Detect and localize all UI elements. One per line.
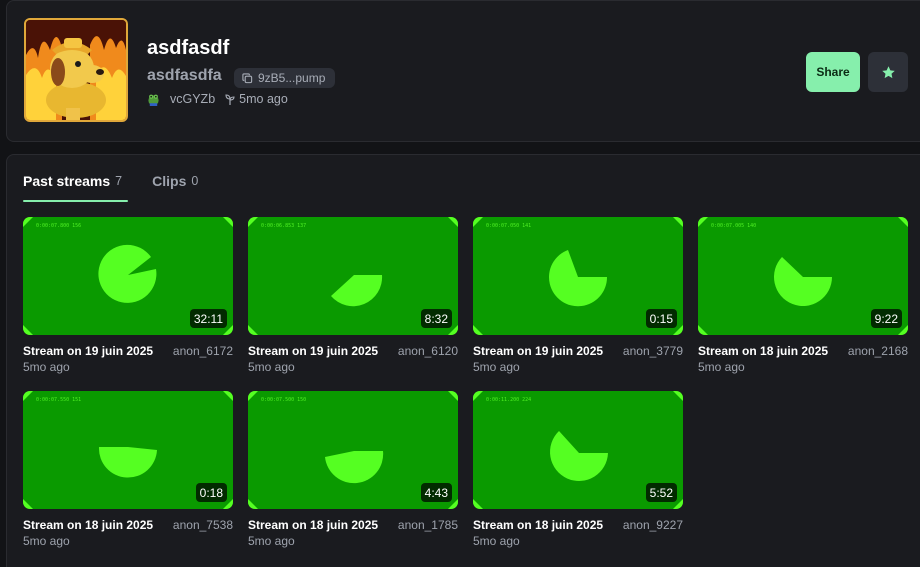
stream-card[interactable]: 0:00:07.005 140 9:22 Stream on 18 juin 2… [698, 217, 908, 377]
address-text: 9zB5...pump [258, 71, 326, 85]
stream-thumbnail[interactable]: 0:00:07.500 150 4:43 [248, 391, 458, 509]
stream-timecode: 0:00:07.800 156 [36, 223, 82, 229]
stream-thumbnail[interactable]: 0:00:07.800 156 32:11 [23, 217, 233, 335]
streams-panel: Past streams 7 Clips 0 0:00:07.800 156 3… [6, 154, 920, 567]
stream-card[interactable]: 0:00:06.853 137 8:32 Stream on 19 juin 2… [248, 217, 458, 377]
stream-age: 5mo ago [698, 360, 745, 374]
stream-user[interactable]: anon_9227 [623, 518, 683, 532]
stream-title[interactable]: Stream on 19 juin 2025 [248, 344, 378, 358]
tab-past-streams[interactable]: Past streams 7 [23, 173, 129, 202]
tab-label: Past streams [23, 173, 111, 189]
coin-ticker: asdfasdfa [147, 67, 222, 84]
tab-bar: Past streams 7 Clips 0 [23, 173, 198, 202]
stream-card[interactable]: 0:00:07.050 141 0:15 Stream on 19 juin 2… [473, 217, 683, 377]
stream-card[interactable]: 0:00:07.800 156 32:11 Stream on 19 juin … [23, 217, 233, 377]
stream-duration: 0:18 [195, 483, 227, 502]
star-icon [881, 65, 895, 78]
copy-address-button[interactable]: 9zB5...pump [234, 68, 336, 88]
tab-count: 0 [191, 174, 199, 188]
stream-age: 5mo ago [23, 534, 70, 548]
stream-thumbnail[interactable]: 0:00:07.550 151 0:18 [23, 391, 233, 509]
creator-meta: vcGYZb 5mo ago [147, 92, 288, 106]
stream-duration: 4:43 [420, 483, 452, 502]
coin-header: asdfasdf asdfasdfa 9zB5...pump vcGYZb 5m… [6, 0, 920, 142]
stream-timecode: 0:00:07.550 151 [36, 397, 82, 403]
stream-title[interactable]: Stream on 19 juin 2025 [473, 344, 603, 358]
stream-timecode: 0:00:11.200 224 [486, 397, 532, 403]
tab-clips[interactable]: Clips 0 [152, 173, 198, 201]
stream-user[interactable]: anon_7538 [173, 518, 233, 532]
share-button[interactable]: Share [806, 52, 860, 92]
stream-duration: 5:52 [645, 483, 677, 502]
frog-avatar-icon [148, 94, 159, 106]
stream-user[interactable]: anon_2168 [848, 344, 908, 358]
stream-duration: 8:32 [420, 309, 452, 328]
tab-count: 7 [115, 174, 123, 188]
stream-user[interactable]: anon_6120 [398, 344, 458, 358]
coin-age: 5mo ago [239, 92, 288, 106]
creator-link[interactable]: vcGYZb [170, 92, 215, 106]
stream-age: 5mo ago [23, 360, 70, 374]
favorite-button[interactable] [868, 52, 908, 92]
this-is-fine-dog-image [26, 20, 126, 120]
stream-card[interactable]: 0:00:11.200 224 5:52 Stream on 18 juin 2… [473, 391, 683, 551]
stream-title[interactable]: Stream on 18 juin 2025 [473, 518, 603, 532]
stream-thumbnail[interactable]: 0:00:07.005 140 9:22 [698, 217, 908, 335]
stream-user[interactable]: anon_6172 [173, 344, 233, 358]
stream-thumbnail[interactable]: 0:00:11.200 224 5:52 [473, 391, 683, 509]
stream-age: 5mo ago [473, 360, 520, 374]
stream-title[interactable]: Stream on 18 juin 2025 [698, 344, 828, 358]
stream-user[interactable]: anon_1785 [398, 518, 458, 532]
stream-title[interactable]: Stream on 18 juin 2025 [248, 518, 378, 532]
tab-label: Clips [152, 173, 187, 189]
stream-thumbnail[interactable]: 0:00:06.853 137 8:32 [248, 217, 458, 335]
stream-duration: 32:11 [189, 309, 227, 328]
stream-user[interactable]: anon_3779 [623, 344, 683, 358]
stream-timecode: 0:00:06.853 137 [261, 223, 307, 229]
stream-card[interactable]: 0:00:07.550 151 0:18 Stream on 18 juin 2… [23, 391, 233, 551]
stream-timecode: 0:00:07.005 140 [711, 223, 757, 229]
stream-timecode: 0:00:07.050 141 [486, 223, 532, 229]
coin-avatar [24, 18, 128, 122]
stream-title[interactable]: Stream on 19 juin 2025 [23, 344, 153, 358]
stream-age: 5mo ago [248, 534, 295, 548]
coin-name: asdfasdf [147, 37, 230, 59]
stream-age: 5mo ago [473, 534, 520, 548]
sprout-icon [225, 93, 235, 105]
stream-title[interactable]: Stream on 18 juin 2025 [23, 518, 153, 532]
copy-icon [242, 72, 253, 83]
stream-age: 5mo ago [248, 360, 295, 374]
stream-duration: 9:22 [870, 309, 902, 328]
stream-duration: 0:15 [645, 309, 677, 328]
stream-timecode: 0:00:07.500 150 [261, 397, 307, 403]
stream-card[interactable]: 0:00:07.500 150 4:43 Stream on 18 juin 2… [248, 391, 458, 551]
stream-thumbnail[interactable]: 0:00:07.050 141 0:15 [473, 217, 683, 335]
